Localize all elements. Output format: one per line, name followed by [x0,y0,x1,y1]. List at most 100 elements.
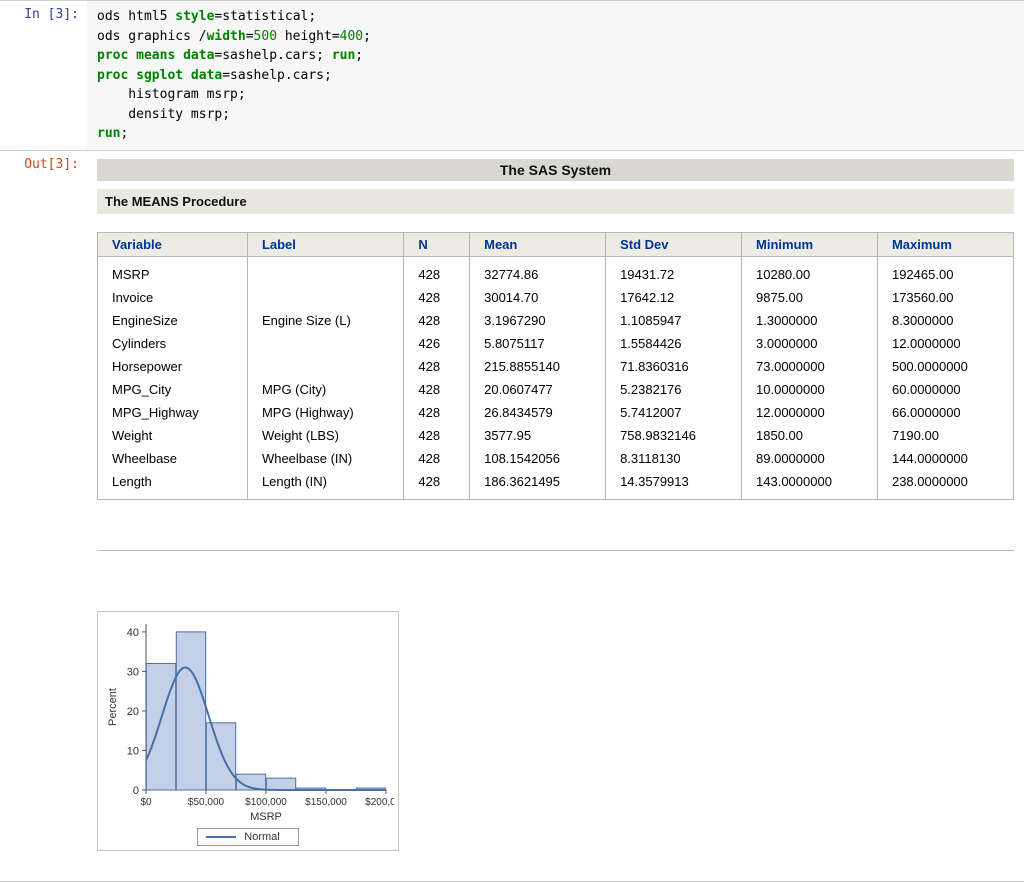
chart-legend: Normal [197,828,298,846]
table-row: WheelbaseWheelbase (IN)428108.15420568.3… [98,447,1014,470]
table-row: EngineSizeEngine Size (L)4283.19672901.1… [98,309,1014,332]
legend-line-icon [206,836,236,838]
cell-n: 428 [404,470,470,500]
cell-max: 8.3000000 [877,309,1013,332]
cell-min: 10.0000000 [742,378,878,401]
col-label: Label [247,232,403,256]
cell-min: 3.0000000 [742,332,878,355]
col-stddev: Std Dev [606,232,742,256]
table-header-row: Variable Label N Mean Std Dev Minimum Ma… [98,232,1014,256]
cell-variable: Weight [98,424,248,447]
cell-label: Wheelbase (IN) [247,447,403,470]
cell-variable: MPG_Highway [98,401,248,424]
table-row: Invoice 42830014.7017642.129875.00173560.… [98,286,1014,309]
cell-stddev: 5.2382176 [606,378,742,401]
svg-text:$50,000: $50,000 [188,797,225,808]
cell-min: 143.0000000 [742,470,878,500]
histogram-chart: 0 10 20 30 40 $0 $50,000 $100,000 $150,000 $200,0… [97,611,399,851]
cell-max: 144.0000000 [877,447,1013,470]
cell-label: MPG (City) [247,378,403,401]
cell-variable: Cylinders [98,332,248,355]
svg-text:0: 0 [133,785,139,797]
cell-max: 192465.00 [877,256,1013,286]
out-prompt: Out[3]: [0,151,87,881]
col-min: Minimum [742,232,878,256]
cell-max: 173560.00 [877,286,1013,309]
svg-text:MSRP: MSRP [250,811,282,823]
legend-label: Normal [244,831,279,843]
cell-max: 238.0000000 [877,470,1013,500]
cell-label: Weight (LBS) [247,424,403,447]
cell-n: 428 [404,401,470,424]
svg-text:$0: $0 [140,797,152,808]
svg-text:Percent: Percent [107,688,119,726]
means-table: Variable Label N Mean Std Dev Minimum Ma… [97,232,1014,500]
cell-min: 1.3000000 [742,309,878,332]
col-mean: Mean [470,232,606,256]
cell-mean: 3577.95 [470,424,606,447]
table-row: MPG_HighwayMPG (Highway)42826.84345795.7… [98,401,1014,424]
col-n: N [404,232,470,256]
cell-min: 12.0000000 [742,401,878,424]
output-cell: Out[3]: The SAS System The MEANS Procedu… [0,151,1024,882]
cell-variable: MSRP [98,256,248,286]
cell-mean: 26.8434579 [470,401,606,424]
cell-n: 428 [404,286,470,309]
table-row: Horsepower428215.885514071.836031673.000… [98,355,1014,378]
cell-stddev: 5.7412007 [606,401,742,424]
cell-label [247,355,403,378]
cell-n: 428 [404,256,470,286]
cell-n: 428 [404,447,470,470]
svg-text:30: 30 [127,666,139,678]
cell-min: 73.0000000 [742,355,878,378]
cell-stddev: 1.1085947 [606,309,742,332]
sas-system-title: The SAS System [97,159,1014,181]
cell-label: Engine Size (L) [247,309,403,332]
cell-label: Length (IN) [247,470,403,500]
output-area: The SAS System The MEANS Procedure Varia… [87,151,1024,881]
svg-text:$150,000: $150,000 [305,797,347,808]
code-editor[interactable]: ods html5 style=statistical; ods graphic… [87,1,1024,150]
cell-n: 428 [404,378,470,401]
svg-text:20: 20 [127,705,139,717]
svg-text:$100,000: $100,000 [245,797,287,808]
cell-variable: Invoice [98,286,248,309]
cell-label: MPG (Highway) [247,401,403,424]
output-separator [97,550,1014,551]
cell-max: 60.0000000 [877,378,1013,401]
col-max: Maximum [877,232,1013,256]
cell-mean: 5.8075117 [470,332,606,355]
cell-mean: 30014.70 [470,286,606,309]
cell-min: 1850.00 [742,424,878,447]
cell-max: 66.0000000 [877,401,1013,424]
table-row: MPG_CityMPG (City)42820.06074775.2382176… [98,378,1014,401]
svg-text:$200,000: $200,000 [365,797,394,808]
table-row: MSRP 42832774.8619431.7210280.00192465.00 [98,256,1014,286]
table-row: LengthLength (IN)428186.362149514.357991… [98,470,1014,500]
chart-svg: 0 10 20 30 40 $0 $50,000 $100,000 $150,000 $200,0… [102,616,394,826]
in-prompt: In [3]: [0,1,87,150]
cell-stddev: 17642.12 [606,286,742,309]
cell-stddev: 71.8360316 [606,355,742,378]
cell-stddev: 14.3579913 [606,470,742,500]
svg-text:10: 10 [127,745,139,757]
cell-stddev: 19431.72 [606,256,742,286]
input-cell: In [3]: ods html5 style=statistical; ods… [0,0,1024,151]
cell-stddev: 1.5584426 [606,332,742,355]
cell-mean: 186.3621495 [470,470,606,500]
cell-max: 7190.00 [877,424,1013,447]
cell-stddev: 8.3118130 [606,447,742,470]
table-row: Cylinders4265.80751171.55844263.00000001… [98,332,1014,355]
cell-variable: EngineSize [98,309,248,332]
cell-n: 428 [404,309,470,332]
svg-text:40: 40 [127,626,139,638]
cell-mean: 32774.86 [470,256,606,286]
cell-n: 428 [404,424,470,447]
cell-label [247,286,403,309]
col-variable: Variable [98,232,248,256]
cell-min: 10280.00 [742,256,878,286]
cell-n: 428 [404,355,470,378]
cell-min: 9875.00 [742,286,878,309]
cell-variable: Length [98,470,248,500]
cell-variable: Wheelbase [98,447,248,470]
